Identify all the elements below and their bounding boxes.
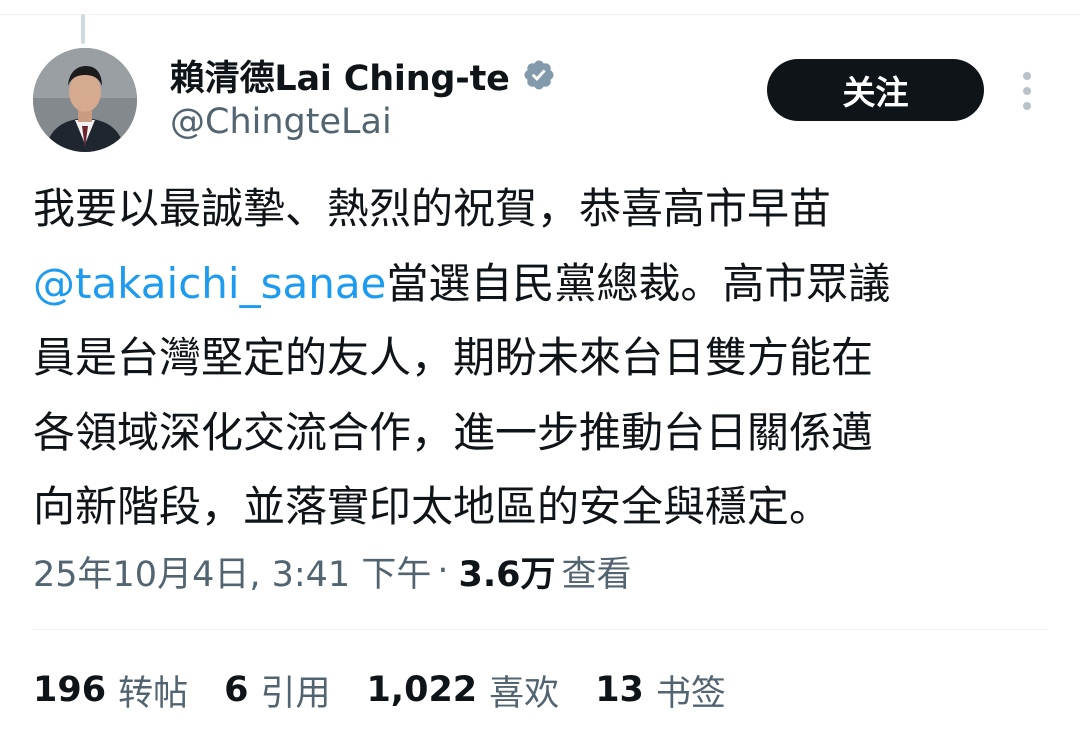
quotes-stat[interactable]: 6 引用 <box>224 665 330 716</box>
bookmarks-stat[interactable]: 13 书签 <box>595 665 726 716</box>
tweet-line: 向新階段，並落實印太地區的安全與穩定。 <box>33 482 832 531</box>
likes-count: 1,022 <box>366 670 478 710</box>
tweet-metadata: 25年10月4日, 3:41 下午 · 3.6万 查看 <box>33 543 632 599</box>
author-handle[interactable]: @ChingteLai <box>170 102 392 142</box>
views-count[interactable]: 3.6万 <box>458 546 555 597</box>
reposts-stat[interactable]: 196 转帖 <box>33 665 188 716</box>
profile-photo <box>33 48 137 152</box>
tweet-line-text: 當選自民黨總裁。高市眾議 <box>386 258 891 308</box>
tweet-line: @takaichi_sanae當選自民黨總裁。高市眾議 <box>33 247 1043 322</box>
stats-divider <box>33 629 1048 630</box>
reposts-label: 转帖 <box>118 673 189 714</box>
likes-label: 喜欢 <box>489 673 560 714</box>
reposts-count: 196 <box>33 670 107 710</box>
follow-button[interactable]: 关注 <box>767 59 984 121</box>
likes-stat[interactable]: 1,022 喜欢 <box>366 665 559 716</box>
top-divider <box>0 14 1080 15</box>
tweet-line: 我要以最誠摯、熱烈的祝賀，恭喜高市早苗 <box>33 184 832 233</box>
bookmarks-label: 书签 <box>655 673 726 714</box>
engagement-stats: 196 转帖 6 引用 1,022 喜欢 13 书签 <box>33 662 762 718</box>
quotes-count: 6 <box>224 670 249 710</box>
meta-separator: · <box>437 551 449 591</box>
author-display-name[interactable]: 賴清德Lai Ching-te <box>170 50 510 101</box>
timestamp[interactable]: 25年10月4日, 3:41 下午 <box>33 546 431 597</box>
views-label: 查看 <box>561 554 632 595</box>
author-name-row: 賴清德Lai Ching-te <box>170 50 556 101</box>
more-dot <box>1023 72 1031 80</box>
bookmarks-count: 13 <box>595 670 644 710</box>
tweet-text: 我要以最誠摯、熱烈的祝賀，恭喜高市早苗 @takaichi_sanae當選自民黨… <box>33 172 1043 545</box>
avatar[interactable] <box>33 48 137 152</box>
more-dot <box>1023 102 1031 110</box>
more-dot <box>1023 87 1031 95</box>
mention-link[interactable]: @takaichi_sanae <box>33 259 386 308</box>
thread-connector-line <box>81 14 85 44</box>
quotes-label: 引用 <box>260 673 331 714</box>
verified-badge-icon <box>524 60 554 90</box>
tweet-line: 各領域深化交流合作，進一步推動台日關係邁 <box>33 407 874 457</box>
tweet-line: 員是台灣堅定的友人，期盼未來台日雙方能在 <box>33 333 874 382</box>
more-vertical-icon[interactable] <box>1014 72 1040 110</box>
